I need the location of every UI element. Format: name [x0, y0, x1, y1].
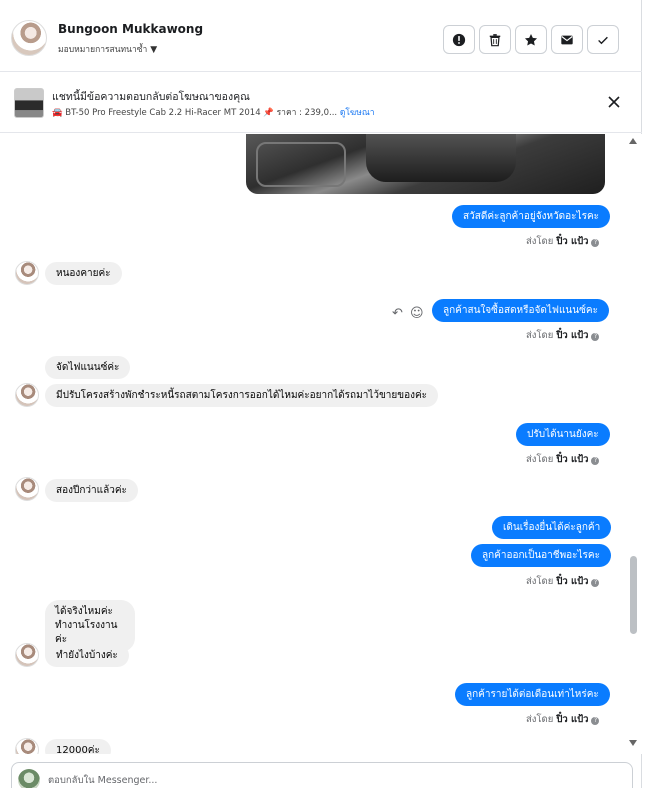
sent-by-label: ส่งโดย ปิ๋ว แป้ว? — [526, 234, 600, 249]
ad-banner-title: แชทนี้มีข้อความตอบกลับต่อโฆษณาของคุณ — [52, 91, 250, 103]
assign-conversation-dropdown[interactable]: มอบหมายการสนทนาซ้ำ ▼ — [58, 42, 157, 56]
ad-price: ราคา : 239,0... — [276, 108, 338, 118]
sender-name: ปิ๋ว แป้ว — [556, 714, 589, 725]
incoming-message[interactable]: จัดไฟแนนซ์ค่ะ — [45, 356, 131, 379]
pin-icon: 📌 — [263, 108, 274, 118]
message-photo[interactable] — [246, 134, 605, 194]
star-button[interactable] — [515, 25, 547, 54]
car-icon: 🚘 — [52, 108, 63, 118]
page-avatar — [18, 769, 40, 788]
incoming-message-line: ทำงานโรงงานค่ะ — [55, 620, 118, 645]
reply-icon[interactable]: ↶ — [392, 306, 403, 321]
outgoing-message[interactable]: ลูกค้ารายได้ต่อเดือนเท่าไหร่คะ — [455, 683, 610, 706]
conversation-header: Bungoon Mukkawong มอบหมายการสนทนาซ้ำ ▼ — [0, 0, 642, 72]
sent-by-label: ส่งโดย ปิ๋ว แป้ว? — [526, 328, 600, 343]
close-icon[interactable] — [606, 94, 622, 110]
done-button[interactable] — [587, 25, 619, 54]
contact-avatar[interactable] — [11, 20, 47, 56]
scroll-down-arrow-icon[interactable] — [629, 740, 637, 746]
ad-thumbnail[interactable] — [14, 88, 44, 118]
reply-composer — [11, 762, 633, 788]
message-scrollbar[interactable] — [624, 134, 642, 754]
ad-product: BT-50 Pro Freestyle Cab 2.2 Hi-Racer MT … — [65, 108, 261, 118]
outgoing-message[interactable]: สวัสดีค่ะลูกค้าอยู่จังหวัดอะไรคะ — [452, 205, 611, 228]
outgoing-message[interactable]: เดินเรื่องยื่นได้ค่ะลูกค้า — [492, 516, 612, 539]
report-button[interactable] — [443, 25, 475, 54]
chat-panel: Bungoon Mukkawong มอบหมายการสนทนาซ้ำ ▼ แช… — [0, 0, 642, 788]
emoji-react-icon[interactable]: ☺ — [410, 306, 424, 321]
caret-down-icon: ▼ — [150, 45, 158, 55]
envelope-icon — [561, 35, 573, 44]
check-icon — [598, 36, 608, 44]
contact-avatar-small[interactable] — [15, 477, 39, 501]
sent-by-label: ส่งโดย ปิ๋ว แป้ว? — [526, 574, 600, 589]
sent-by-label: ส่งโดย ปิ๋ว แป้ว? — [526, 452, 600, 467]
reply-input[interactable] — [48, 771, 608, 788]
info-icon[interactable]: ? — [591, 457, 600, 465]
incoming-message[interactable]: มีปรับโครงสร้างพักชำระหนี้รถสตามโครงการอ… — [45, 384, 439, 407]
star-icon — [524, 33, 538, 46]
message-list: สวัสดีค่ะลูกค้าอยู่จังหวัดอะไรคะ ส่งโดย … — [0, 134, 624, 754]
outgoing-message[interactable]: ลูกค้าออกเป็นอาชีพอะไรคะ — [471, 544, 611, 567]
trash-icon — [489, 33, 501, 46]
scroll-up-arrow-icon[interactable] — [629, 138, 637, 144]
sender-name: ปิ๋ว แป้ว — [556, 454, 589, 465]
sent-by-label: ส่งโดย ปิ๋ว แป้ว? — [526, 712, 600, 727]
scroll-thumb[interactable] — [630, 556, 637, 634]
delete-button[interactable] — [479, 25, 511, 54]
contact-avatar-small[interactable] — [15, 643, 39, 667]
contact-avatar-small[interactable] — [15, 261, 39, 285]
outgoing-message[interactable]: ลูกค้าสนใจซื้อสดหรือจัดไฟแนนซ์คะ — [432, 299, 609, 322]
info-icon[interactable]: ? — [591, 239, 600, 247]
ad-details: 🚘 BT-50 Pro Freestyle Cab 2.2 Hi-Racer M… — [52, 105, 374, 119]
incoming-message[interactable]: 12000ค่ะ — [45, 739, 111, 754]
sender-name: ปิ๋ว แป้ว — [556, 236, 589, 247]
mark-unread-button[interactable] — [551, 25, 583, 54]
sender-name: ปิ๋ว แป้ว — [556, 576, 589, 587]
contact-avatar-small[interactable] — [15, 738, 39, 754]
outgoing-message[interactable]: ปรับได้นานยังคะ — [516, 423, 610, 446]
info-icon[interactable]: ? — [591, 579, 600, 587]
incoming-message-line: ได้จริงไหมค่ะ — [55, 606, 113, 617]
view-ad-link[interactable]: ดูโฆษณา — [340, 108, 375, 118]
sender-name: ปิ๋ว แป้ว — [556, 330, 589, 341]
assign-label: มอบหมายการสนทนาซ้ำ — [58, 45, 148, 55]
incoming-message[interactable]: ทำยังไงบ้างค่ะ — [45, 644, 129, 667]
info-icon[interactable]: ? — [591, 333, 600, 341]
contact-name[interactable]: Bungoon Mukkawong — [58, 22, 203, 36]
contact-avatar-small[interactable] — [15, 383, 39, 407]
incoming-message[interactable]: สองปีกว่าแล้วค่ะ — [45, 479, 138, 502]
info-icon[interactable]: ? — [591, 717, 600, 725]
alert-circle-icon — [452, 33, 466, 46]
incoming-message[interactable]: หนองคายค่ะ — [45, 262, 122, 285]
